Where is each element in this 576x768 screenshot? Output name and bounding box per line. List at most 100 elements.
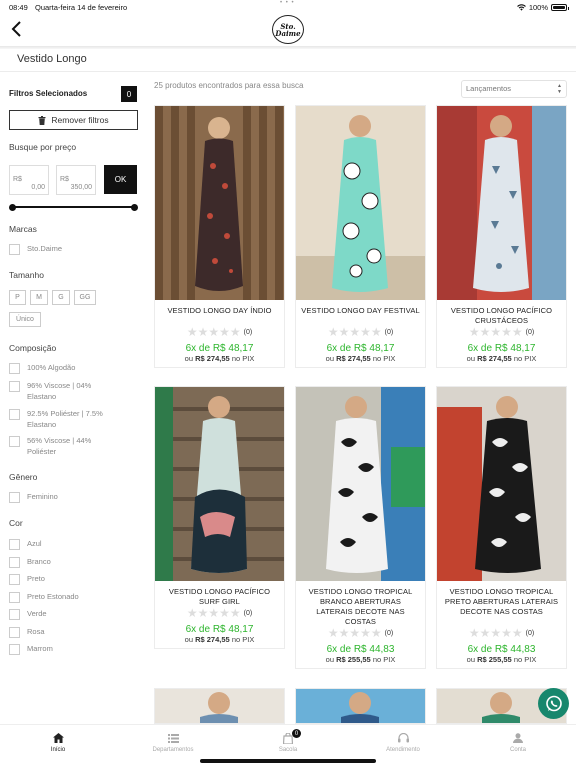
remove-filters-button[interactable]: Remover filtros [9, 110, 138, 130]
pix-value: R$ 274,55 [477, 354, 512, 363]
title-divider [0, 71, 576, 72]
product-name[interactable]: VESTIDO LONGO DAY ÍNDIO [155, 306, 284, 326]
composition-option[interactable]: 100% Algodão [9, 362, 75, 374]
pix-prefix: ou [466, 354, 475, 363]
checkbox[interactable] [9, 409, 20, 420]
price-max-input[interactable]: R$ 350,00 [56, 165, 96, 195]
header-divider [0, 46, 576, 49]
battery-icon [551, 4, 569, 11]
app-header: Sto. Daime [0, 14, 576, 46]
review-count: (0) [525, 328, 535, 336]
product-rating: ★★★★★ (0) [437, 326, 566, 338]
product-card[interactable] [295, 688, 426, 724]
back-arrow-icon[interactable] [9, 20, 25, 38]
selected-filters-label: Filtros Selecionados [9, 89, 88, 98]
price-ok-button[interactable]: OK [104, 165, 137, 194]
checkbox[interactable] [9, 609, 20, 620]
product-image[interactable] [437, 106, 566, 300]
product-card[interactable]: VESTIDO LONGO TROPICAL BRANCO ABERTURAS … [295, 386, 426, 669]
price-range-slider[interactable] [9, 204, 138, 211]
color-option[interactable]: Branco [9, 556, 51, 568]
composition-option-label: 92.5% Poliéster | 7.5% Elastano [27, 409, 103, 429]
product-card[interactable]: VESTIDO LONGO PACÍFICO CRUSTÁCEOS ★★★★★(… [436, 105, 567, 368]
checkbox[interactable] [9, 381, 20, 392]
pix-prefix: ou [325, 655, 334, 664]
nav-support[interactable]: Atendimento [363, 731, 443, 753]
nav-departments[interactable]: Departamentos [133, 731, 213, 753]
product-image[interactable] [437, 387, 566, 581]
logo-text-bottom: Daime [275, 28, 301, 38]
product-image[interactable] [296, 106, 425, 300]
pix-suffix: no PIX [372, 354, 396, 363]
checkbox[interactable] [9, 592, 20, 603]
sort-select[interactable]: Lançamentos ▲ ▼ [461, 80, 567, 98]
product-image[interactable] [155, 387, 284, 581]
color-option[interactable]: Rosa [9, 626, 45, 638]
product-card[interactable]: VESTIDO LONGO PACÍFICO SURF GIRL ★★★★★ (0… [154, 386, 285, 649]
review-count: (0) [243, 609, 253, 617]
price-filter-title: Busque por preço [9, 142, 77, 152]
color-option[interactable]: Marrom [9, 643, 53, 655]
nav-account[interactable]: Conta [478, 731, 558, 753]
product-image[interactable] [155, 689, 284, 724]
checkbox[interactable] [9, 492, 20, 503]
nav-home[interactable]: Início [18, 731, 98, 753]
checkbox[interactable] [9, 363, 20, 374]
checkbox[interactable] [9, 436, 20, 447]
size-option-unico[interactable]: Único [9, 312, 41, 327]
size-option-m[interactable]: M [30, 290, 48, 305]
product-card[interactable] [154, 688, 285, 724]
nav-home-label: Início [50, 747, 66, 753]
whatsapp-button[interactable] [538, 688, 569, 719]
product-name[interactable]: VESTIDO LONGO DAY FESTIVAL [296, 306, 425, 326]
nav-bag[interactable]: 0 Sacola [248, 729, 328, 753]
product-name[interactable]: VESTIDO LONGO TROPICAL BRANCO ABERTURAS … [296, 587, 425, 627]
slider-max-handle[interactable] [131, 204, 138, 211]
checkbox[interactable] [9, 539, 20, 550]
brand-logo[interactable]: Sto. Daime [272, 15, 304, 44]
checkbox[interactable] [9, 574, 20, 585]
color-filter-title: Cor [9, 518, 23, 528]
size-option-gg[interactable]: GG [74, 290, 96, 305]
pix-value: R$ 274,55 [336, 354, 371, 363]
composition-option[interactable]: 56% Viscose | 44% Poliéster [9, 435, 117, 457]
results-count: 25 produtos encontrados para essa busca [154, 81, 304, 90]
installment-price: 6x de R$ 48,17 [185, 624, 254, 635]
size-option-g[interactable]: G [52, 290, 70, 305]
trash-icon [38, 115, 46, 125]
review-count: (0) [243, 328, 253, 336]
product-card[interactable]: VESTIDO LONGO TROPICAL PRETO ABERTURAS L… [436, 386, 567, 669]
star-icon: ★★★★★ [468, 325, 523, 339]
color-option[interactable]: Preto [9, 573, 45, 585]
color-option[interactable]: Preto Estonado [9, 591, 79, 603]
product-image[interactable] [296, 387, 425, 581]
checkbox[interactable] [9, 627, 20, 638]
size-option-p[interactable]: P [9, 290, 26, 305]
star-icon: ★★★★★ [327, 626, 382, 640]
product-rating: ★★★★★ (0) [296, 627, 425, 639]
color-option[interactable]: Azul [9, 538, 42, 550]
product-image[interactable] [296, 689, 425, 724]
pix-value: R$ 255,55 [336, 655, 371, 664]
checkbox[interactable] [9, 244, 20, 255]
product-name[interactable]: VESTIDO LONGO PACÍFICO SURF GIRL [155, 587, 284, 607]
review-count: (0) [384, 629, 394, 637]
pix-value: R$ 255,55 [477, 655, 512, 664]
pix-price: ou R$ 255,55 no PIX [437, 655, 566, 664]
brand-option[interactable]: Sto.Daime [9, 243, 62, 255]
pix-suffix: no PIX [231, 354, 255, 363]
composition-option[interactable]: 92.5% Poliéster | 7.5% Elastano [9, 408, 122, 430]
checkbox[interactable] [9, 644, 20, 655]
product-card[interactable]: VESTIDO LONGO DAY ÍNDIO ★★★★★ (0) 6x de R… [154, 105, 285, 368]
price-min-input[interactable]: R$ 0,00 [9, 165, 49, 195]
product-image[interactable] [155, 106, 284, 300]
gender-option[interactable]: Feminino [9, 491, 58, 503]
checkbox[interactable] [9, 557, 20, 568]
product-card[interactable]: VESTIDO LONGO DAY FESTIVAL ★★★★★ (0) 6x d… [295, 105, 426, 368]
slider-min-handle[interactable] [9, 204, 16, 211]
list-icon [167, 733, 179, 743]
product-name[interactable]: VESTIDO LONGO PACÍFICO CRUSTÁCEOS [437, 306, 566, 326]
color-option[interactable]: Verde [9, 608, 47, 620]
composition-option[interactable]: 96% Viscose | 04% Elastano [9, 380, 117, 402]
product-name[interactable]: VESTIDO LONGO TROPICAL PRETO ABERTURAS L… [437, 587, 566, 627]
